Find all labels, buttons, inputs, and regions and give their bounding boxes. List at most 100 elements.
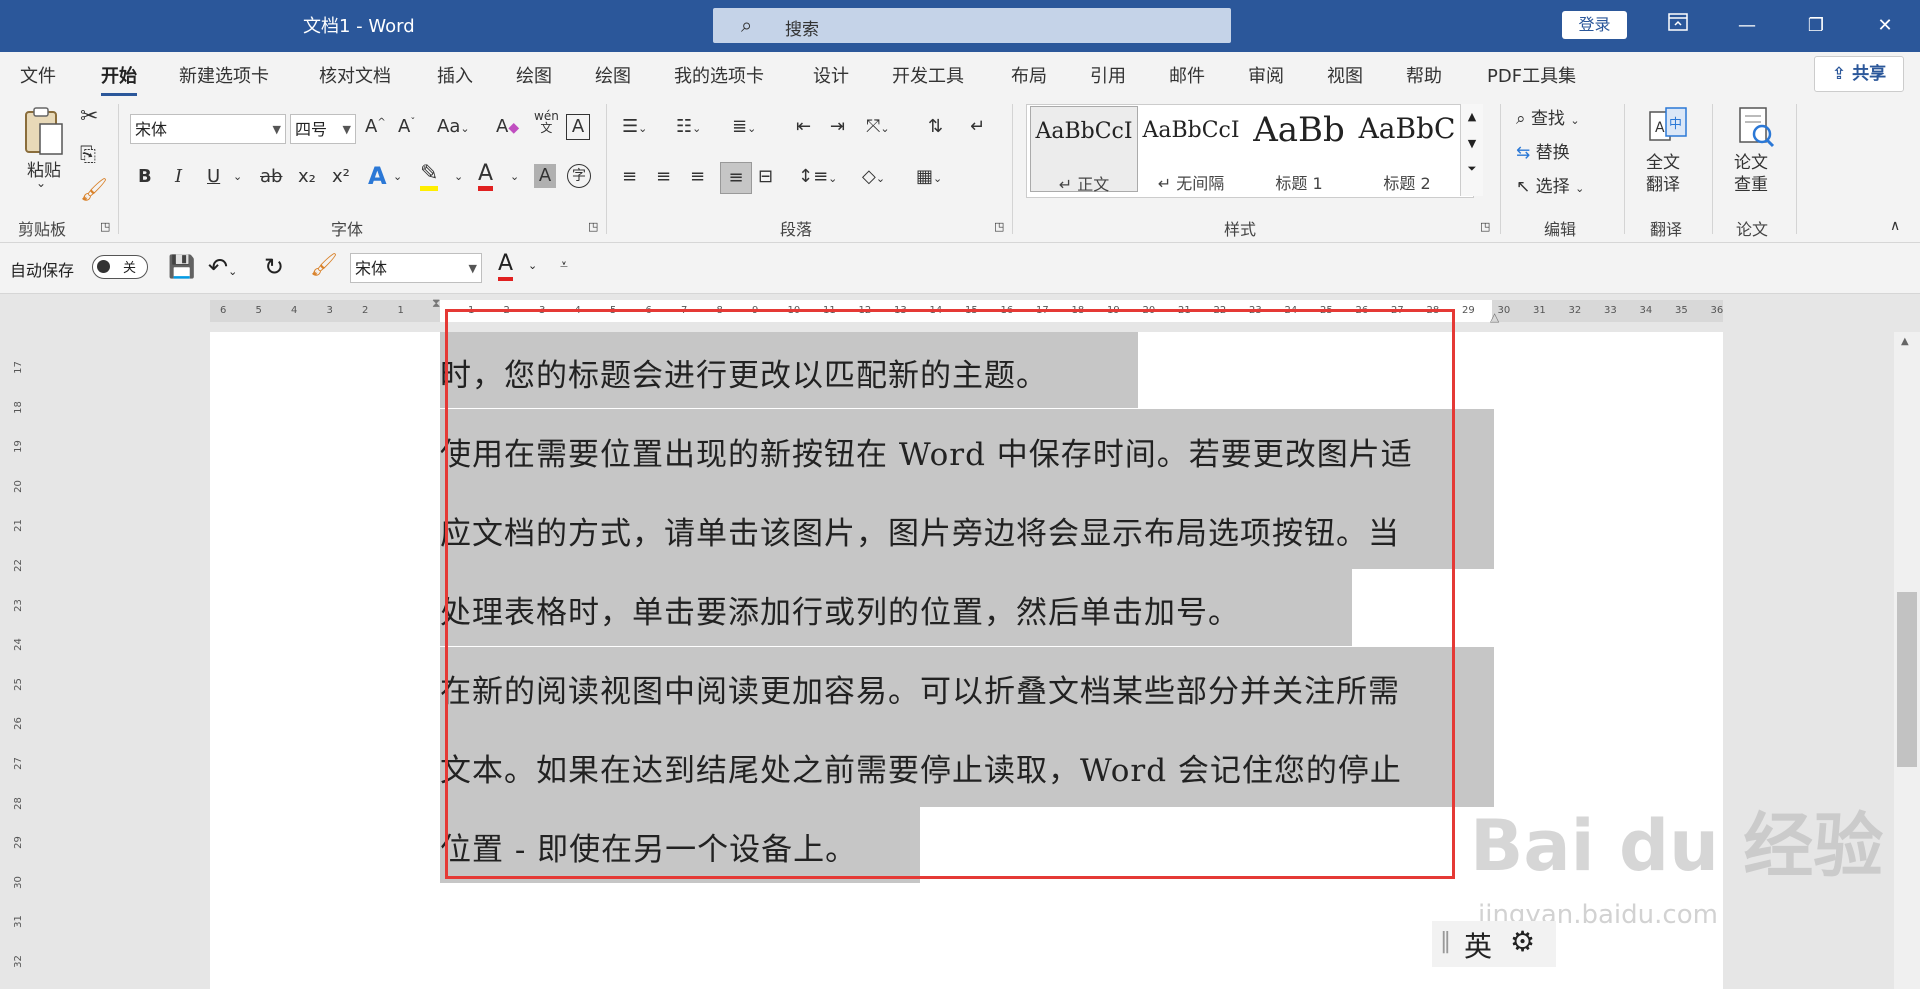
chevron-down-icon[interactable]: ⌄	[393, 170, 402, 183]
tab-check-doc[interactable]: 核对文档	[319, 62, 391, 88]
ime-indicator[interactable]: ‖ 英 ⚙	[1432, 921, 1556, 967]
font-name-select[interactable]: 宋体 ▼	[130, 114, 286, 144]
line-spacing-icon[interactable]: ↕≡⌄	[798, 166, 837, 187]
strikethrough-button[interactable]: ab	[260, 166, 282, 187]
font-size-select[interactable]: 四号 ▼	[290, 114, 356, 144]
align-right-icon[interactable]: ≡	[690, 166, 705, 187]
chinese-layout-icon[interactable]: ⤧⌄	[866, 116, 890, 137]
distributed-icon[interactable]: ⊟	[758, 166, 773, 187]
show-marks-icon[interactable]: ↵	[970, 116, 985, 137]
text-effects-icon[interactable]: A	[368, 162, 387, 190]
tab-references[interactable]: 引用	[1090, 62, 1126, 88]
shrink-font-icon[interactable]: Aˇ	[398, 116, 415, 137]
scroll-up-icon[interactable]: ▲	[1901, 336, 1909, 347]
char-shading-icon[interactable]: A	[534, 164, 556, 188]
ribbon-display-icon[interactable]	[1655, 8, 1701, 44]
collapse-ribbon-icon[interactable]: ∧	[1890, 218, 1900, 234]
tab-view[interactable]: 视图	[1327, 62, 1363, 88]
underline-button[interactable]: U	[207, 166, 220, 187]
numbering-icon[interactable]: ☷⌄	[676, 116, 701, 137]
clear-format-icon[interactable]: A◆	[496, 116, 519, 137]
paper-check-button[interactable]: 论文 查重	[1734, 152, 1768, 196]
style-no-spacing[interactable]: AaBbCcI ↵ 无间隔	[1138, 106, 1244, 193]
tab-insert[interactable]: 插入	[437, 62, 473, 88]
paste-icon[interactable]	[22, 106, 64, 158]
decrease-indent-icon[interactable]: ⇤	[796, 116, 811, 137]
multilevel-list-icon[interactable]: ≣⌄	[732, 116, 756, 137]
tab-pdf-tools[interactable]: PDF工具集	[1487, 62, 1576, 88]
vertical-ruler[interactable]: 17 18 19 20 21 22 23 24 25 26 27 28 29 30 31 32	[0, 300, 34, 989]
search-box[interactable]: ⌕ 搜索	[713, 8, 1231, 43]
phonetic-guide-icon[interactable]: wén 文	[534, 110, 559, 134]
tab-my-tab[interactable]: 我的选项卡	[674, 62, 764, 88]
undo-icon[interactable]: ↶⌄	[208, 253, 237, 281]
char-border-icon[interactable]: A	[566, 114, 590, 140]
clipboard-launcher-icon[interactable]: ◳	[100, 220, 110, 233]
chevron-down-icon[interactable]: ⌄	[454, 170, 463, 183]
redo-icon[interactable]: ↻	[264, 253, 284, 281]
drag-handle-icon[interactable]: ‖	[1440, 929, 1451, 954]
align-left-icon[interactable]: ≡	[622, 166, 637, 187]
ime-mode[interactable]: 英	[1464, 925, 1492, 965]
chevron-up-icon[interactable]: ▲	[1461, 110, 1483, 123]
gear-icon[interactable]: ⚙	[1510, 925, 1535, 958]
borders-icon[interactable]: ▦⌄	[916, 166, 942, 187]
select-button[interactable]: ↖ 选择 ⌄	[1516, 172, 1584, 197]
subscript-button[interactable]: x₂	[298, 166, 316, 187]
font-launcher-icon[interactable]: ◳	[588, 220, 598, 233]
style-heading-1[interactable]: AaBb 标题 1	[1246, 106, 1352, 193]
highlight-icon[interactable]: ✎	[420, 162, 439, 191]
save-icon[interactable]: 💾	[168, 255, 195, 280]
increase-indent-icon[interactable]: ⇥	[830, 116, 845, 137]
font-color-icon[interactable]: A	[478, 162, 494, 191]
paste-chevron-icon[interactable]: ⌄	[36, 176, 46, 190]
tab-draw-2[interactable]: 绘图	[595, 62, 631, 88]
login-button[interactable]: 登录	[1562, 11, 1627, 39]
paragraph-launcher-icon[interactable]: ◳	[994, 220, 1004, 233]
cut-icon[interactable]: ✂	[80, 104, 98, 129]
style-heading-2[interactable]: AaBbC 标题 2	[1354, 106, 1460, 193]
tab-review[interactable]: 审阅	[1248, 62, 1284, 88]
align-center-icon[interactable]: ≡	[656, 166, 671, 187]
tab-layout[interactable]: 布局	[1011, 62, 1047, 88]
format-painter-icon[interactable]: 🖌	[80, 178, 108, 203]
chevron-down-icon[interactable]: ⌄	[528, 259, 537, 272]
bold-button[interactable]: B	[138, 166, 152, 187]
replace-button[interactable]: ⇆ 替换	[1516, 138, 1570, 163]
scrollbar-thumb[interactable]	[1897, 592, 1917, 767]
more-styles-icon[interactable]: ⏷	[1461, 162, 1483, 176]
enclose-char-icon[interactable]: 字	[567, 164, 591, 188]
indent-marker-icon[interactable]: ⧗	[432, 296, 440, 311]
share-button[interactable]: ⇪ 共享	[1814, 56, 1904, 92]
font-color-icon[interactable]: A	[498, 251, 514, 281]
grow-font-icon[interactable]: A^	[365, 116, 386, 137]
sort-icon[interactable]: ⇅	[928, 116, 943, 137]
format-painter-icon[interactable]: 🖌	[310, 253, 338, 278]
bullets-icon[interactable]: ☰⌄	[622, 116, 647, 137]
restore-button[interactable]: ❐	[1793, 8, 1839, 44]
copy-icon[interactable]: ⎘	[80, 142, 96, 166]
style-normal[interactable]: AaBbCcI ↵ 正文	[1030, 106, 1138, 194]
tab-help[interactable]: 帮助	[1406, 62, 1442, 88]
minimize-button[interactable]: —	[1724, 8, 1770, 44]
shading-icon[interactable]: ◇⌄	[862, 166, 885, 187]
italic-button[interactable]: I	[175, 166, 182, 187]
autosave-toggle[interactable]: 关	[92, 255, 148, 279]
tab-developer[interactable]: 开发工具	[892, 62, 964, 88]
tab-file[interactable]: 文件	[20, 62, 56, 88]
close-button[interactable]: ✕	[1862, 8, 1908, 44]
tab-design[interactable]: 设计	[813, 62, 849, 88]
tab-new-tab[interactable]: 新建选项卡	[179, 62, 269, 88]
tab-draw-1[interactable]: 绘图	[516, 62, 552, 88]
vertical-scrollbar[interactable]: ▲	[1894, 332, 1920, 989]
tab-mailings[interactable]: 邮件	[1169, 62, 1205, 88]
justify-icon[interactable]: ≡	[720, 162, 752, 194]
chevron-down-icon[interactable]: ⌄	[233, 170, 242, 183]
tab-home[interactable]: 开始	[101, 62, 137, 96]
chevron-down-icon[interactable]: ⌄	[510, 170, 519, 183]
change-case-icon[interactable]: Aa⌄	[437, 116, 470, 137]
full-translate-button[interactable]: 全文 翻译	[1646, 152, 1680, 196]
styles-launcher-icon[interactable]: ◳	[1480, 220, 1490, 233]
styles-scroll[interactable]: ▲ ▼ ⏷	[1460, 104, 1483, 196]
right-indent-icon[interactable]: △	[1490, 310, 1499, 324]
